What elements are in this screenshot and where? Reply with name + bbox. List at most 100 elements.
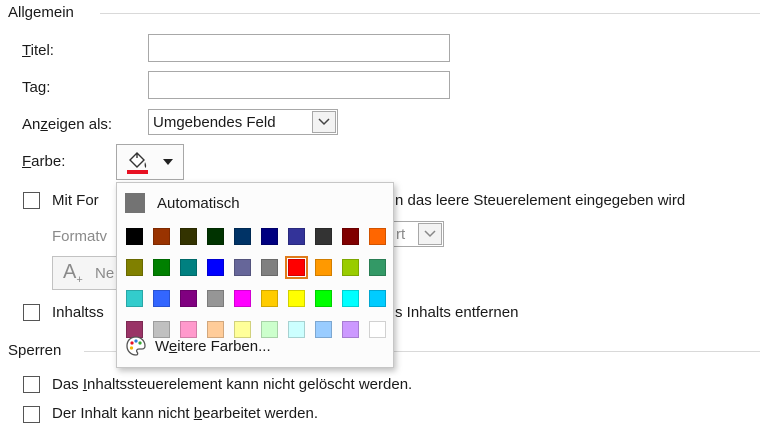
automatic-color-option[interactable]: Automatisch <box>121 189 389 217</box>
chevron-down-icon <box>424 230 436 238</box>
chevron-down-icon <box>318 118 330 126</box>
color-swatch-cell[interactable] <box>337 221 364 252</box>
color-swatch <box>234 228 251 245</box>
color-swatch-cell[interactable] <box>121 283 148 314</box>
color-swatch <box>180 259 197 276</box>
color-swatch-grid <box>121 221 391 345</box>
automatic-color-label: Automatisch <box>157 194 240 212</box>
color-swatch-cell[interactable] <box>202 221 229 252</box>
color-swatch-cell[interactable] <box>121 252 148 283</box>
color-swatch-cell[interactable] <box>175 252 202 283</box>
color-swatch <box>342 290 359 307</box>
new-style-button: A+ Ne <box>52 256 122 290</box>
color-swatch-cell[interactable] <box>364 221 391 252</box>
color-swatch <box>288 228 305 245</box>
show-as-combo[interactable]: Umgebendes Feld <box>148 109 338 135</box>
style-label: Formatv <box>52 228 108 245</box>
use-style-label-right: n das leere Steuerelement eingegeben wir… <box>395 192 686 209</box>
new-style-label: Ne <box>95 265 115 282</box>
section-title-general: Allgemein <box>8 4 74 21</box>
color-swatch-cell[interactable] <box>202 252 229 283</box>
cannot-edit-label: Der Inhalt kann nicht bearbeitet werden. <box>52 405 318 422</box>
color-swatch <box>369 228 386 245</box>
show-as-value: Umgebendes Feld <box>153 113 276 131</box>
color-picker-button[interactable] <box>116 144 184 180</box>
color-swatch-cell[interactable] <box>283 283 310 314</box>
color-swatch-cell[interactable] <box>148 221 175 252</box>
color-swatch <box>369 290 386 307</box>
color-swatch-cell[interactable] <box>310 283 337 314</box>
color-swatch-cell[interactable] <box>256 283 283 314</box>
color-swatch <box>126 290 143 307</box>
color-swatch <box>315 290 332 307</box>
color-swatch-cell[interactable] <box>202 283 229 314</box>
cannot-delete-checkbox[interactable] <box>23 376 40 393</box>
palette-icon <box>126 336 146 356</box>
show-as-dropdown-button[interactable] <box>312 111 336 133</box>
section-title-lock: Sperren <box>8 342 62 359</box>
color-swatch <box>315 228 332 245</box>
color-swatch-row <box>121 283 391 314</box>
color-swatch <box>126 259 143 276</box>
remove-control-checkbox[interactable] <box>23 304 40 321</box>
color-swatch-cell[interactable] <box>229 252 256 283</box>
tag-input[interactable] <box>148 71 450 99</box>
color-swatch-cell[interactable] <box>337 283 364 314</box>
use-style-checkbox[interactable] <box>23 192 40 209</box>
use-style-label-left: Mit For <box>52 192 99 209</box>
color-swatch-cell[interactable] <box>256 221 283 252</box>
new-style-icon: A+ <box>63 261 83 286</box>
color-swatch <box>261 228 278 245</box>
color-swatch-cell[interactable] <box>175 221 202 252</box>
color-swatch-cell[interactable] <box>337 252 364 283</box>
color-swatch-cell[interactable] <box>310 252 337 283</box>
color-swatch-cell[interactable] <box>364 252 391 283</box>
color-swatch <box>180 290 197 307</box>
color-swatch-cell[interactable] <box>283 221 310 252</box>
color-swatch <box>180 228 197 245</box>
color-swatch <box>285 256 308 279</box>
color-swatch-cell[interactable] <box>175 283 202 314</box>
color-swatch <box>342 259 359 276</box>
color-swatch-cell[interactable] <box>256 252 283 283</box>
style-combo-value: rt <box>396 225 406 243</box>
color-label: Farbe: <box>22 153 66 170</box>
color-swatch-row <box>121 221 391 252</box>
remove-control-label-left: Inhaltss <box>52 304 104 321</box>
section-divider-general <box>100 13 760 14</box>
color-swatch <box>207 228 224 245</box>
style-combo: rt <box>392 221 444 247</box>
color-swatch-cell[interactable] <box>148 252 175 283</box>
color-swatch-cell[interactable] <box>121 221 148 252</box>
color-swatch-cell[interactable] <box>148 283 175 314</box>
color-swatch-cell[interactable] <box>364 283 391 314</box>
color-swatch <box>261 290 278 307</box>
color-swatch <box>234 290 251 307</box>
color-swatch <box>315 259 332 276</box>
color-swatch <box>153 259 170 276</box>
color-swatch-cell[interactable] <box>229 221 256 252</box>
color-swatch-row <box>121 252 391 283</box>
remove-control-label-right: s Inhalts entfernen <box>395 304 519 321</box>
color-swatch-cell[interactable] <box>283 252 310 283</box>
color-swatch <box>207 290 224 307</box>
color-swatch-cell[interactable] <box>310 221 337 252</box>
tag-label: Tag: <box>22 79 51 96</box>
cannot-delete-label: Das Inhaltssteuerelement kann nicht gelö… <box>52 376 413 393</box>
color-swatch <box>369 259 386 276</box>
paint-bucket-icon <box>127 152 148 174</box>
title-label: Titel: <box>22 42 54 59</box>
color-swatch <box>342 228 359 245</box>
color-swatch <box>153 290 170 307</box>
more-colors-label: Weitere Farben... <box>155 337 271 355</box>
color-swatch <box>153 228 170 245</box>
cannot-edit-checkbox[interactable] <box>23 406 40 423</box>
title-input[interactable] <box>148 34 450 62</box>
caret-down-icon <box>163 159 173 165</box>
more-colors-option[interactable]: Weitere Farben... <box>121 331 389 361</box>
color-swatch <box>126 228 143 245</box>
show-as-label: Anzeigen als: <box>22 116 113 133</box>
automatic-color-swatch <box>125 193 145 213</box>
color-swatch-cell[interactable] <box>229 283 256 314</box>
color-swatch <box>288 290 305 307</box>
